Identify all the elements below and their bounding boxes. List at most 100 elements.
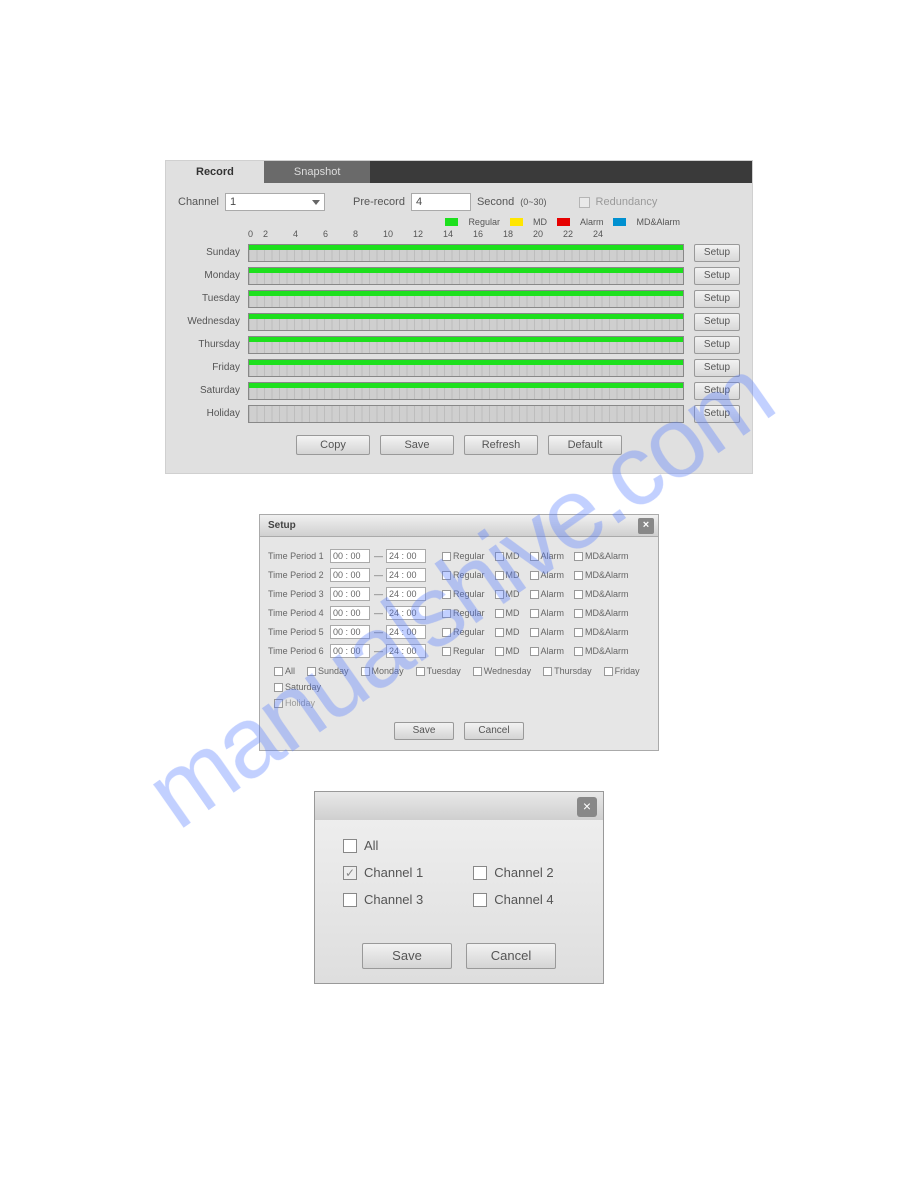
time-ticks: 024681012141618202224 (248, 229, 740, 239)
alarm-checkbox[interactable] (530, 571, 539, 580)
dialog-header: Setup × (260, 515, 658, 537)
setup-button[interactable]: Setup (694, 313, 740, 331)
chevron-down-icon (312, 200, 320, 205)
alarm-checkbox[interactable] (530, 609, 539, 618)
day-label: Thursday (178, 339, 248, 350)
time-from-input[interactable]: 00 : 00 (330, 549, 370, 563)
default-button[interactable]: Default (548, 435, 622, 455)
close-icon[interactable]: × (638, 518, 654, 534)
regular-bar (249, 245, 683, 250)
alarm-checkbox[interactable] (530, 628, 539, 637)
setup-button[interactable]: Setup (694, 244, 740, 262)
alarm-checkbox[interactable] (530, 552, 539, 561)
time-to-input[interactable]: 24 : 00 (386, 549, 426, 563)
channel2-checkbox[interactable] (473, 866, 487, 880)
day-label: Monday (178, 270, 248, 281)
setup-button[interactable]: Setup (694, 336, 740, 354)
tab-record[interactable]: Record (166, 161, 264, 183)
day-label: Friday (178, 362, 248, 373)
day-grid[interactable] (248, 290, 684, 308)
md-checkbox[interactable] (495, 590, 504, 599)
md-checkbox[interactable] (495, 647, 504, 656)
mdalarm-checkbox[interactable] (574, 609, 583, 618)
friday-checkbox[interactable] (604, 667, 613, 676)
time-from-input[interactable]: 00 : 00 (330, 568, 370, 582)
prerecord-input[interactable]: 4 (411, 193, 471, 211)
day-grid[interactable] (248, 405, 684, 423)
legend-swatch-md (510, 218, 523, 226)
monday-checkbox[interactable] (361, 667, 370, 676)
tuesday-checkbox[interactable] (416, 667, 425, 676)
mdalarm-checkbox[interactable] (574, 647, 583, 656)
refresh-button[interactable]: Refresh (464, 435, 538, 455)
day-grid[interactable] (248, 359, 684, 377)
legend-swatch-mdalarm (613, 218, 626, 226)
day-grid[interactable] (248, 336, 684, 354)
day-row: WednesdaySetup (248, 310, 740, 333)
md-checkbox[interactable] (495, 571, 504, 580)
period-label: Time Period 6 (268, 646, 326, 656)
time-from-input[interactable]: 00 : 00 (330, 644, 370, 658)
setup-button[interactable]: Setup (694, 290, 740, 308)
channel-select[interactable]: 1 (225, 193, 325, 211)
channel3-checkbox[interactable] (343, 893, 357, 907)
day-grid[interactable] (248, 313, 684, 331)
regular-checkbox[interactable] (442, 552, 451, 561)
channel4-checkbox[interactable] (473, 893, 487, 907)
record-schedule-panel: Record Snapshot Channel 1 Pre-record 4 S… (165, 160, 753, 474)
saturday-checkbox[interactable] (274, 683, 283, 692)
alarm-checkbox[interactable] (530, 590, 539, 599)
dialog-save-button[interactable]: Save (394, 722, 454, 740)
day-grid[interactable] (248, 382, 684, 400)
time-to-input[interactable]: 24 : 00 (386, 644, 426, 658)
md-checkbox[interactable] (495, 609, 504, 618)
md-checkbox[interactable] (495, 552, 504, 561)
setup-button[interactable]: Setup (694, 267, 740, 285)
close-icon[interactable]: × (577, 797, 597, 817)
setup-button[interactable]: Setup (694, 405, 740, 423)
regular-checkbox[interactable] (442, 590, 451, 599)
mdalarm-checkbox[interactable] (574, 628, 583, 637)
thursday-checkbox[interactable] (543, 667, 552, 676)
wednesday-checkbox[interactable] (473, 667, 482, 676)
time-to-input[interactable]: 24 : 00 (386, 587, 426, 601)
time-to-input[interactable]: 24 : 00 (386, 625, 426, 639)
time-to-input[interactable]: 24 : 00 (386, 568, 426, 582)
redundancy-checkbox[interactable] (579, 197, 590, 208)
regular-bar (249, 314, 683, 319)
mdalarm-checkbox[interactable] (574, 571, 583, 580)
regular-checkbox[interactable] (442, 609, 451, 618)
save-button[interactable]: Save (380, 435, 454, 455)
regular-checkbox[interactable] (442, 571, 451, 580)
regular-checkbox[interactable] (442, 628, 451, 637)
time-from-input[interactable]: 00 : 00 (330, 625, 370, 639)
copy-button[interactable]: Copy (296, 435, 370, 455)
all-checkbox[interactable] (274, 667, 283, 676)
day-grid[interactable] (248, 244, 684, 262)
legend: Regular MD Alarm MD&Alarm (178, 217, 680, 227)
mdalarm-checkbox[interactable] (574, 552, 583, 561)
sunday-checkbox[interactable] (307, 667, 316, 676)
time-from-input[interactable]: 00 : 00 (330, 606, 370, 620)
regular-bar (249, 383, 683, 388)
copy-all-checkbox[interactable] (343, 839, 357, 853)
copy-cancel-button[interactable]: Cancel (466, 943, 556, 969)
channel1-checkbox[interactable] (343, 866, 357, 880)
tab-snapshot[interactable]: Snapshot (264, 161, 370, 183)
copy-save-button[interactable]: Save (362, 943, 452, 969)
time-to-input[interactable]: 24 : 00 (386, 606, 426, 620)
period-label: Time Period 1 (268, 551, 326, 561)
setup-button[interactable]: Setup (694, 382, 740, 400)
regular-checkbox[interactable] (442, 647, 451, 656)
alarm-checkbox[interactable] (530, 647, 539, 656)
time-from-input[interactable]: 00 : 00 (330, 587, 370, 601)
day-row: HolidaySetup (248, 402, 740, 425)
second-label: Second (477, 196, 514, 208)
md-checkbox[interactable] (495, 628, 504, 637)
setup-button[interactable]: Setup (694, 359, 740, 377)
dialog-cancel-button[interactable]: Cancel (464, 722, 524, 740)
holiday-checkbox[interactable] (274, 699, 283, 708)
day-grid[interactable] (248, 267, 684, 285)
time-period-row: Time Period 100 : 00—24 : 00RegularMDAla… (268, 547, 650, 565)
mdalarm-checkbox[interactable] (574, 590, 583, 599)
